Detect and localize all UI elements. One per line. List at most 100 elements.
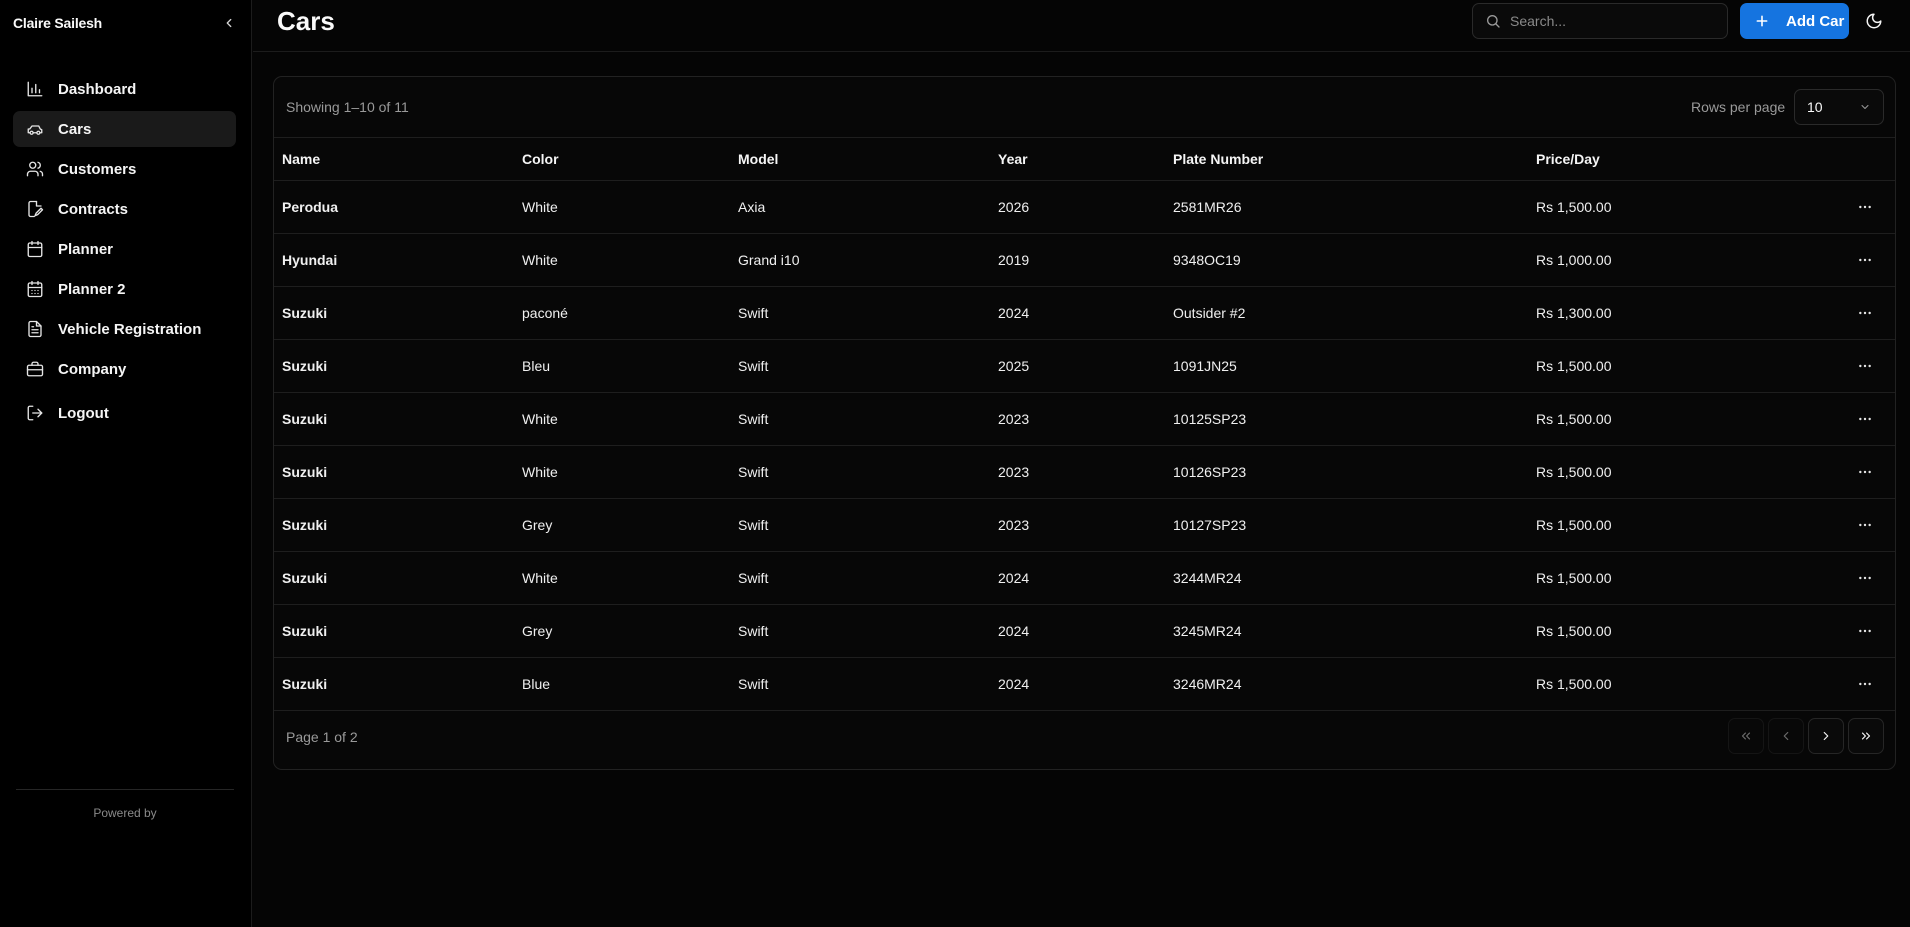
column-header-price-per-day[interactable]: Price/Day: [1528, 138, 1778, 181]
cell-plate: 10127SP23: [1165, 498, 1528, 552]
cell-name: Suzuki: [274, 498, 514, 552]
table-header-row: Name Color Model Year Plate Number Price…: [274, 138, 1895, 181]
table-row[interactable]: Suzuki Grey Swift 2023 10127SP23 Rs 1,50…: [274, 498, 1895, 552]
cell-actions: [1778, 657, 1895, 711]
table-toolbar: Showing 1–10 of 11 Rows per page 10: [274, 77, 1895, 138]
more-horizontal-icon[interactable]: [1853, 407, 1877, 431]
sidebar-item-planner[interactable]: Planner: [13, 231, 236, 267]
more-horizontal-icon[interactable]: [1853, 566, 1877, 590]
briefcase-icon: [26, 360, 44, 378]
cell-year: 2024: [990, 604, 1165, 658]
cell-price: Rs 1,500.00: [1528, 180, 1778, 234]
table-row[interactable]: Suzuki White Swift 2023 10125SP23 Rs 1,5…: [274, 392, 1895, 446]
last-page-button[interactable]: [1848, 718, 1884, 754]
search-icon: [1487, 15, 1500, 28]
column-header-name[interactable]: Name: [274, 138, 514, 181]
sidebar: Claire Sailesh Dashboard Cars Customers …: [0, 0, 252, 927]
column-header-year[interactable]: Year: [990, 138, 1165, 181]
cell-model: Swift: [730, 339, 990, 393]
sidebar-item-planner-2[interactable]: Planner 2: [13, 271, 236, 307]
next-page-button[interactable]: [1808, 718, 1844, 754]
column-header-plate-number[interactable]: Plate Number: [1165, 138, 1528, 181]
cell-plate: 9348OC19: [1165, 233, 1528, 287]
cell-plate: 2581MR26: [1165, 180, 1528, 234]
more-horizontal-icon[interactable]: [1853, 354, 1877, 378]
cell-plate: 3245MR24: [1165, 604, 1528, 658]
cell-year: 2026: [990, 180, 1165, 234]
cell-actions: [1778, 233, 1895, 287]
cell-price: Rs 1,500.00: [1528, 551, 1778, 605]
rows-per-page-value: 10: [1807, 99, 1823, 115]
cell-name: Suzuki: [274, 286, 514, 340]
users-icon: [26, 160, 44, 178]
search-input[interactable]: [1510, 13, 1710, 29]
table-row[interactable]: Suzuki White Swift 2023 10126SP23 Rs 1,5…: [274, 445, 1895, 499]
sidebar-item-cars[interactable]: Cars: [13, 111, 236, 147]
cell-year: 2023: [990, 445, 1165, 499]
collapse-sidebar-button[interactable]: [219, 13, 239, 33]
cell-plate: 1091JN25: [1165, 339, 1528, 393]
cell-plate: 3246MR24: [1165, 657, 1528, 711]
search-box[interactable]: [1472, 3, 1728, 39]
chevrons-right-icon: [1861, 732, 1871, 740]
add-car-button[interactable]: Add Car: [1740, 3, 1849, 39]
user-name: Claire Sailesh: [13, 15, 103, 31]
cell-color: Grey: [514, 498, 730, 552]
theme-toggle-button[interactable]: [1863, 10, 1885, 32]
first-page-button[interactable]: [1728, 718, 1764, 754]
more-horizontal-icon[interactable]: [1853, 619, 1877, 643]
column-header-color[interactable]: Color: [514, 138, 730, 181]
cell-color: Grey: [514, 604, 730, 658]
powered-by-text: Powered by: [93, 806, 157, 820]
more-horizontal-icon[interactable]: [1853, 301, 1877, 325]
rows-per-page-select[interactable]: 10: [1794, 89, 1884, 125]
more-horizontal-icon[interactable]: [1853, 672, 1877, 696]
calendar-icon: [26, 240, 44, 258]
more-horizontal-icon[interactable]: [1853, 248, 1877, 272]
cell-name: Perodua: [274, 180, 514, 234]
plus-icon: [1756, 15, 1768, 27]
page-info: Page 1 of 2: [286, 729, 358, 745]
sidebar-item-label: Cars: [58, 120, 92, 138]
table-row[interactable]: Suzuki paconé Swift 2024 Outsider #2 Rs …: [274, 286, 1895, 340]
logout-button[interactable]: Logout: [13, 395, 236, 431]
more-horizontal-icon[interactable]: [1853, 195, 1877, 219]
chevron-right-icon: [1823, 731, 1829, 741]
sidebar-item-customers[interactable]: Customers: [13, 151, 236, 187]
table-row[interactable]: Suzuki Grey Swift 2024 3245MR24 Rs 1,500…: [274, 604, 1895, 658]
cell-color: Bleu: [514, 339, 730, 393]
cell-price: Rs 1,500.00: [1528, 392, 1778, 446]
add-car-label: Add Car: [1786, 12, 1845, 30]
cell-model: Swift: [730, 657, 990, 711]
table-row[interactable]: Perodua White Axia 2026 2581MR26 Rs 1,50…: [274, 180, 1895, 234]
cell-year: 2024: [990, 551, 1165, 605]
cell-plate: 3244MR24: [1165, 551, 1528, 605]
sidebar-item-contracts[interactable]: Contracts: [13, 191, 236, 227]
file-edit-icon: [26, 200, 44, 218]
cars-table-card: Showing 1–10 of 11 Rows per page 10 Name…: [273, 76, 1896, 770]
cell-color: White: [514, 392, 730, 446]
more-horizontal-icon[interactable]: [1853, 460, 1877, 484]
table-row[interactable]: Suzuki Blue Swift 2024 3246MR24 Rs 1,500…: [274, 657, 1895, 711]
cell-price: Rs 1,500.00: [1528, 604, 1778, 658]
log-out-icon: [26, 404, 44, 422]
cell-price: Rs 1,500.00: [1528, 498, 1778, 552]
previous-page-button[interactable]: [1768, 718, 1804, 754]
column-header-model[interactable]: Model: [730, 138, 990, 181]
cell-year: 2023: [990, 392, 1165, 446]
cell-name: Suzuki: [274, 445, 514, 499]
more-horizontal-icon[interactable]: [1853, 513, 1877, 537]
sidebar-item-company[interactable]: Company: [13, 351, 236, 387]
sidebar-item-vehicle-registration[interactable]: Vehicle Registration: [13, 311, 236, 347]
table-row[interactable]: Suzuki Bleu Swift 2025 1091JN25 Rs 1,500…: [274, 339, 1895, 393]
file-text-icon: [26, 320, 44, 338]
cell-plate: Outsider #2: [1165, 286, 1528, 340]
cell-name: Suzuki: [274, 657, 514, 711]
logout-label: Logout: [58, 404, 109, 422]
cell-actions: [1778, 445, 1895, 499]
cell-plate: 10126SP23: [1165, 445, 1528, 499]
chevron-left-icon: [226, 18, 232, 28]
table-row[interactable]: Hyundai White Grand i10 2019 9348OC19 Rs…: [274, 233, 1895, 287]
sidebar-item-dashboard[interactable]: Dashboard: [13, 71, 236, 107]
table-row[interactable]: Suzuki White Swift 2024 3244MR24 Rs 1,50…: [274, 551, 1895, 605]
